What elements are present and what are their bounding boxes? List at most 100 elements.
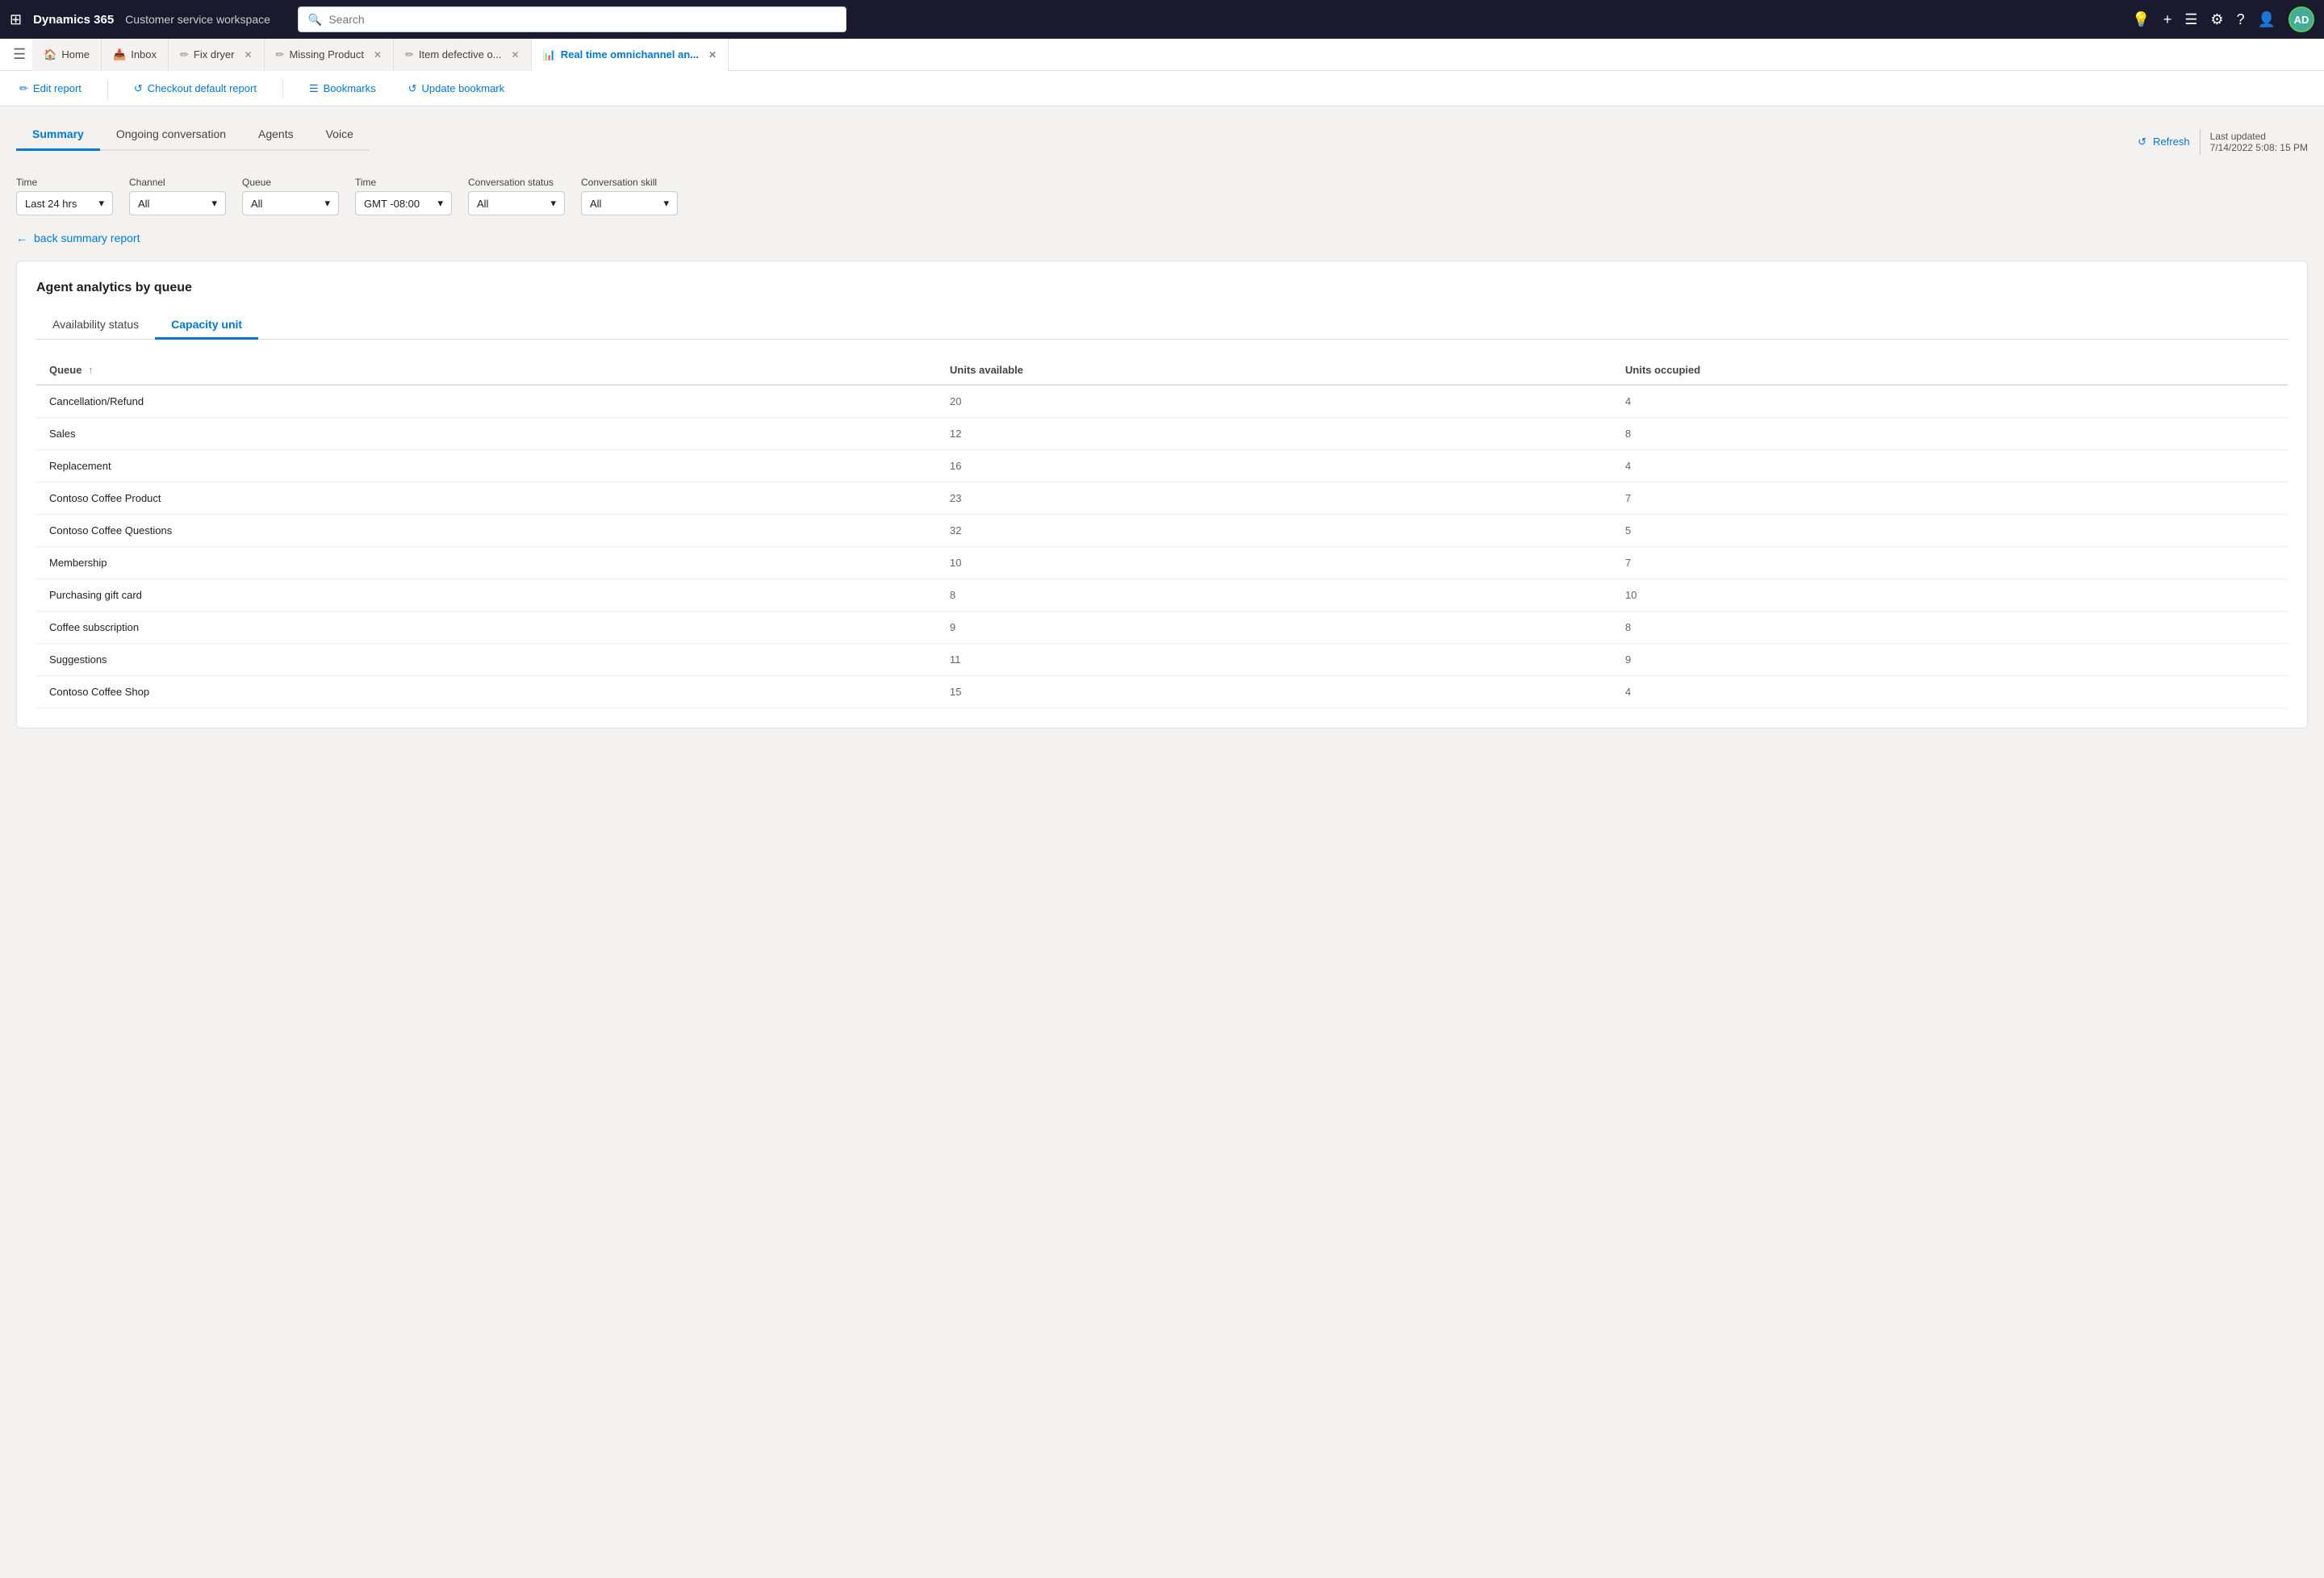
tab-agents[interactable]: Agents <box>242 119 310 151</box>
cell-units-available-6: 8 <box>937 579 1612 612</box>
update-bookmark-icon: ↺ <box>408 82 417 95</box>
cell-queue-4: Contoso Coffee Questions <box>36 515 937 547</box>
filter-conv-skill-value: All <box>590 198 601 210</box>
filter-time-select[interactable]: Last 24 hrs ▾ <box>16 191 113 215</box>
chevron-down-icon-queue: ▾ <box>324 197 330 210</box>
refresh-separator <box>2200 129 2201 155</box>
tab-inbox-label: Inbox <box>131 48 157 61</box>
tab-close-missing-product[interactable]: ✕ <box>374 49 382 61</box>
refresh-button[interactable]: ↺ Refresh <box>2138 136 2189 148</box>
cell-queue-3: Contoso Coffee Product <box>36 482 937 515</box>
cell-units-available-9: 15 <box>937 676 1612 708</box>
bookmarks-icon: ☰ <box>309 82 319 95</box>
settings-icon[interactable]: ⚙ <box>2210 11 2223 28</box>
tab-summary[interactable]: Summary <box>16 119 100 151</box>
last-updated-block: Last updated 7/14/2022 5:08: 15 PM <box>2210 131 2308 153</box>
table-row: Contoso Coffee Shop 15 4 <box>36 676 2288 708</box>
filter-conv-skill-label: Conversation skill <box>581 177 678 188</box>
cell-units-available-2: 16 <box>937 450 1612 482</box>
edit-report-button[interactable]: ✏ Edit report <box>13 79 88 98</box>
tabs-with-refresh: Summary Ongoing conversation Agents Voic… <box>16 119 2308 164</box>
checkout-icon: ↺ <box>134 82 143 95</box>
tab-home[interactable]: 🏠 Home <box>32 39 102 71</box>
app-menu-icon[interactable]: ⊞ <box>10 11 22 28</box>
cell-units-occupied-8: 9 <box>1612 644 2288 676</box>
col-header-queue[interactable]: Queue ↑ <box>36 356 937 385</box>
tab-ongoing-conversation[interactable]: Ongoing conversation <box>100 119 242 151</box>
filter-channel-label: Channel <box>129 177 226 188</box>
toolbar-divider-2 <box>282 79 283 98</box>
tab-fix-dryer[interactable]: ✏ Fix dryer ✕ <box>169 39 265 71</box>
edit-report-icon: ✏ <box>19 82 28 95</box>
tab-agents-label: Agents <box>258 127 294 140</box>
table-row: Coffee subscription 9 8 <box>36 612 2288 644</box>
tab-close-real-time[interactable]: ✕ <box>708 49 717 61</box>
search-icon: 🔍 <box>308 13 322 27</box>
update-bookmark-button[interactable]: ↺ Update bookmark <box>402 79 512 98</box>
filter-timezone-select[interactable]: GMT -08:00 ▾ <box>355 191 452 215</box>
subtab-availability-label: Availability status <box>52 318 139 331</box>
tab-close-fix-dryer[interactable]: ✕ <box>244 49 252 61</box>
checkout-label: Checkout default report <box>148 82 257 94</box>
search-input[interactable] <box>328 13 836 26</box>
filter-queue-select[interactable]: All ▾ <box>242 191 339 215</box>
filter-conv-status-select[interactable]: All ▾ <box>468 191 565 215</box>
edit-report-label: Edit report <box>33 82 82 94</box>
filter-timezone: Time GMT -08:00 ▾ <box>355 177 452 215</box>
content-area: Summary Ongoing conversation Agents Voic… <box>0 106 2324 1578</box>
table-row: Membership 10 7 <box>36 547 2288 579</box>
search-bar[interactable]: 🔍 <box>298 6 846 32</box>
table-row: Purchasing gift card 8 10 <box>36 579 2288 612</box>
cell-queue-6: Purchasing gift card <box>36 579 937 612</box>
filter-conv-skill-select[interactable]: All ▾ <box>581 191 678 215</box>
report-tabs: Summary Ongoing conversation Agents Voic… <box>16 119 370 151</box>
bookmarks-label: Bookmarks <box>324 82 376 94</box>
top-navigation: ⊞ Dynamics 365 Customer service workspac… <box>0 0 2324 39</box>
filter-time-label: Time <box>16 177 113 188</box>
bookmarks-button[interactable]: ☰ Bookmarks <box>303 79 382 98</box>
chevron-down-icon-timezone: ▾ <box>437 197 443 210</box>
last-updated-value: 7/14/2022 5:08: 15 PM <box>2210 142 2308 153</box>
cell-units-available-7: 9 <box>937 612 1612 644</box>
app-title: Dynamics 365 <box>33 13 114 27</box>
cell-queue-1: Sales <box>36 418 937 450</box>
subtab-availability[interactable]: Availability status <box>36 311 155 340</box>
tab-item-defective[interactable]: ✏ Item defective o... ✕ <box>394 39 532 71</box>
filter-conv-skill: Conversation skill All ▾ <box>581 177 678 215</box>
tab-close-item-defective[interactable]: ✕ <box>512 49 520 61</box>
filter-queue: Queue All ▾ <box>242 177 339 215</box>
chevron-down-icon-conv-skill: ▾ <box>663 197 669 210</box>
col-header-units-available: Units available <box>937 356 1612 385</box>
cell-units-occupied-0: 4 <box>1612 385 2288 418</box>
tab-bar: ☰ 🏠 Home 📥 Inbox ✏ Fix dryer ✕ ✏ Missing… <box>0 39 2324 71</box>
tab-inbox[interactable]: 📥 Inbox <box>102 39 169 71</box>
menu-icon[interactable]: ☰ <box>2184 11 2197 28</box>
lightbulb-icon[interactable]: 💡 <box>2132 11 2150 28</box>
filters-row: Time Last 24 hrs ▾ Channel All ▾ Queue A… <box>16 177 2308 215</box>
filter-channel-select[interactable]: All ▾ <box>129 191 226 215</box>
filter-conv-status-value: All <box>477 198 488 210</box>
filter-queue-label: Queue <box>242 177 339 188</box>
app-subtitle: Customer service workspace <box>125 13 270 26</box>
add-icon[interactable]: + <box>2163 11 2172 28</box>
cell-units-available-8: 11 <box>937 644 1612 676</box>
user-icon[interactable]: 👤 <box>2258 11 2276 28</box>
checkout-report-button[interactable]: ↺ Checkout default report <box>127 79 263 98</box>
tab-voice[interactable]: Voice <box>310 119 370 151</box>
avatar[interactable]: AD <box>2288 6 2314 32</box>
home-icon: 🏠 <box>44 48 56 61</box>
help-icon[interactable]: ? <box>2237 11 2245 28</box>
cell-units-occupied-5: 7 <box>1612 547 2288 579</box>
tab-missing-product[interactable]: ✏ Missing Product ✕ <box>265 39 394 71</box>
tab-real-time[interactable]: 📊 Real time omnichannel an... ✕ <box>532 39 729 71</box>
chevron-down-icon-conv-status: ▾ <box>550 197 556 210</box>
subtab-capacity[interactable]: Capacity unit <box>155 311 258 340</box>
cell-queue-5: Membership <box>36 547 937 579</box>
back-link[interactable]: ← back summary report <box>16 232 2308 244</box>
cell-queue-7: Coffee subscription <box>36 612 937 644</box>
table-row: Replacement 16 4 <box>36 450 2288 482</box>
cell-units-available-4: 32 <box>937 515 1612 547</box>
tab-summary-label: Summary <box>32 127 84 140</box>
tab-bar-menu-icon[interactable]: ☰ <box>6 46 32 63</box>
tab-real-time-label: Real time omnichannel an... <box>561 48 699 61</box>
